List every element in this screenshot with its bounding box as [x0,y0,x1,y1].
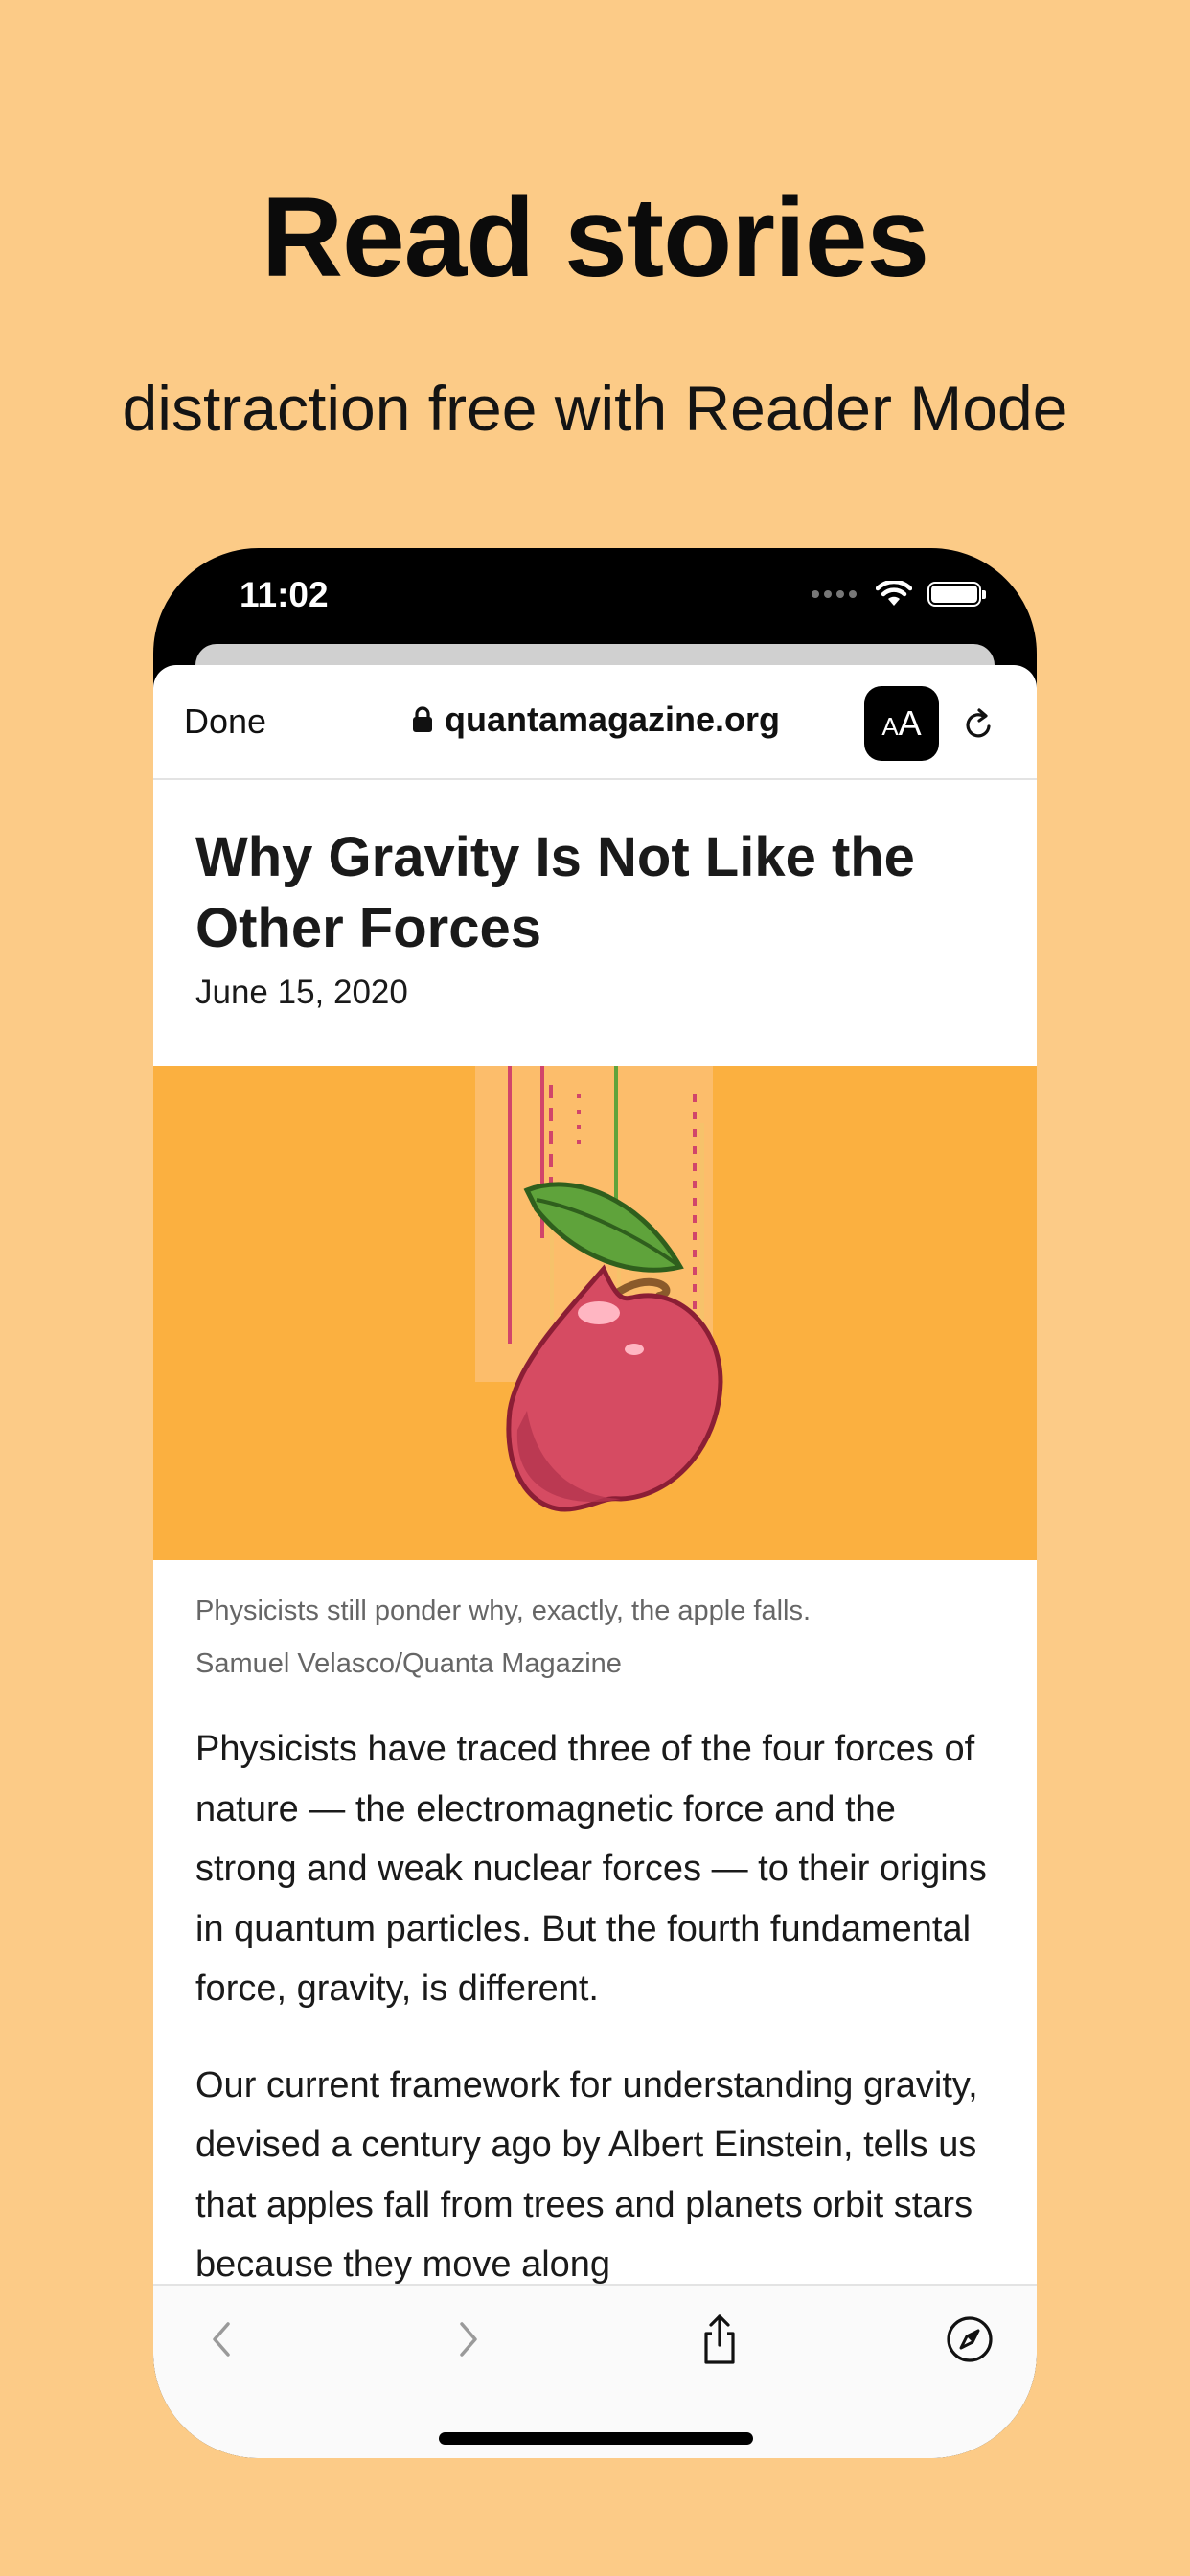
done-button[interactable]: Done [184,702,266,742]
cellular-signal-icon [812,590,857,598]
back-chevron-icon[interactable] [194,2311,251,2368]
status-time: 11:02 [240,575,329,614]
article-body: Physicists have traced three of the four… [195,1719,1000,2332]
phone-frame: 11:02 Done quantamagazine.org AA Why Gra… [153,548,1037,2458]
article-title: Why Gravity Is Not Like the Other Forces [195,826,915,959]
forward-chevron-icon[interactable] [439,2311,496,2368]
status-icons [812,581,986,608]
apple-illustration [475,1066,723,1512]
article-paragraph: Our current framework for understanding … [195,2064,978,2286]
reader-button-label: AA [881,703,922,743]
caption-credit: Samuel Velasco/Quanta Magazine [195,1648,622,1679]
wifi-icon [876,581,912,606]
reader-mode-button[interactable]: AA [864,686,939,761]
address-bar[interactable]: quantamagazine.org [412,700,780,740]
caption-text: Physicists still ponder why, exactly, th… [195,1596,812,1626]
article-date: June 15, 2020 [195,974,408,1011]
promo-subheadline: distraction free with Reader Mode [122,373,1068,444]
hero-image [153,1066,1037,1560]
browser-toolbar [153,2284,1037,2458]
browser-nav-bar: Done quantamagazine.org AA [153,665,1037,780]
image-caption: Physicists still ponder why, exactly, th… [195,1585,1000,1690]
lock-icon [413,706,432,732]
promo-headline: Read stories [261,174,929,301]
battery-icon [927,582,986,607]
reload-icon[interactable] [960,705,998,744]
url-text: quantamagazine.org [445,700,781,739]
reader-sheet: Done quantamagazine.org AA Why Gravity I… [153,665,1037,2458]
compass-icon[interactable] [941,2311,998,2368]
share-icon[interactable] [691,2311,748,2368]
article-paragraph: Physicists have traced three of the four… [195,1729,987,2009]
home-indicator [439,2432,753,2445]
